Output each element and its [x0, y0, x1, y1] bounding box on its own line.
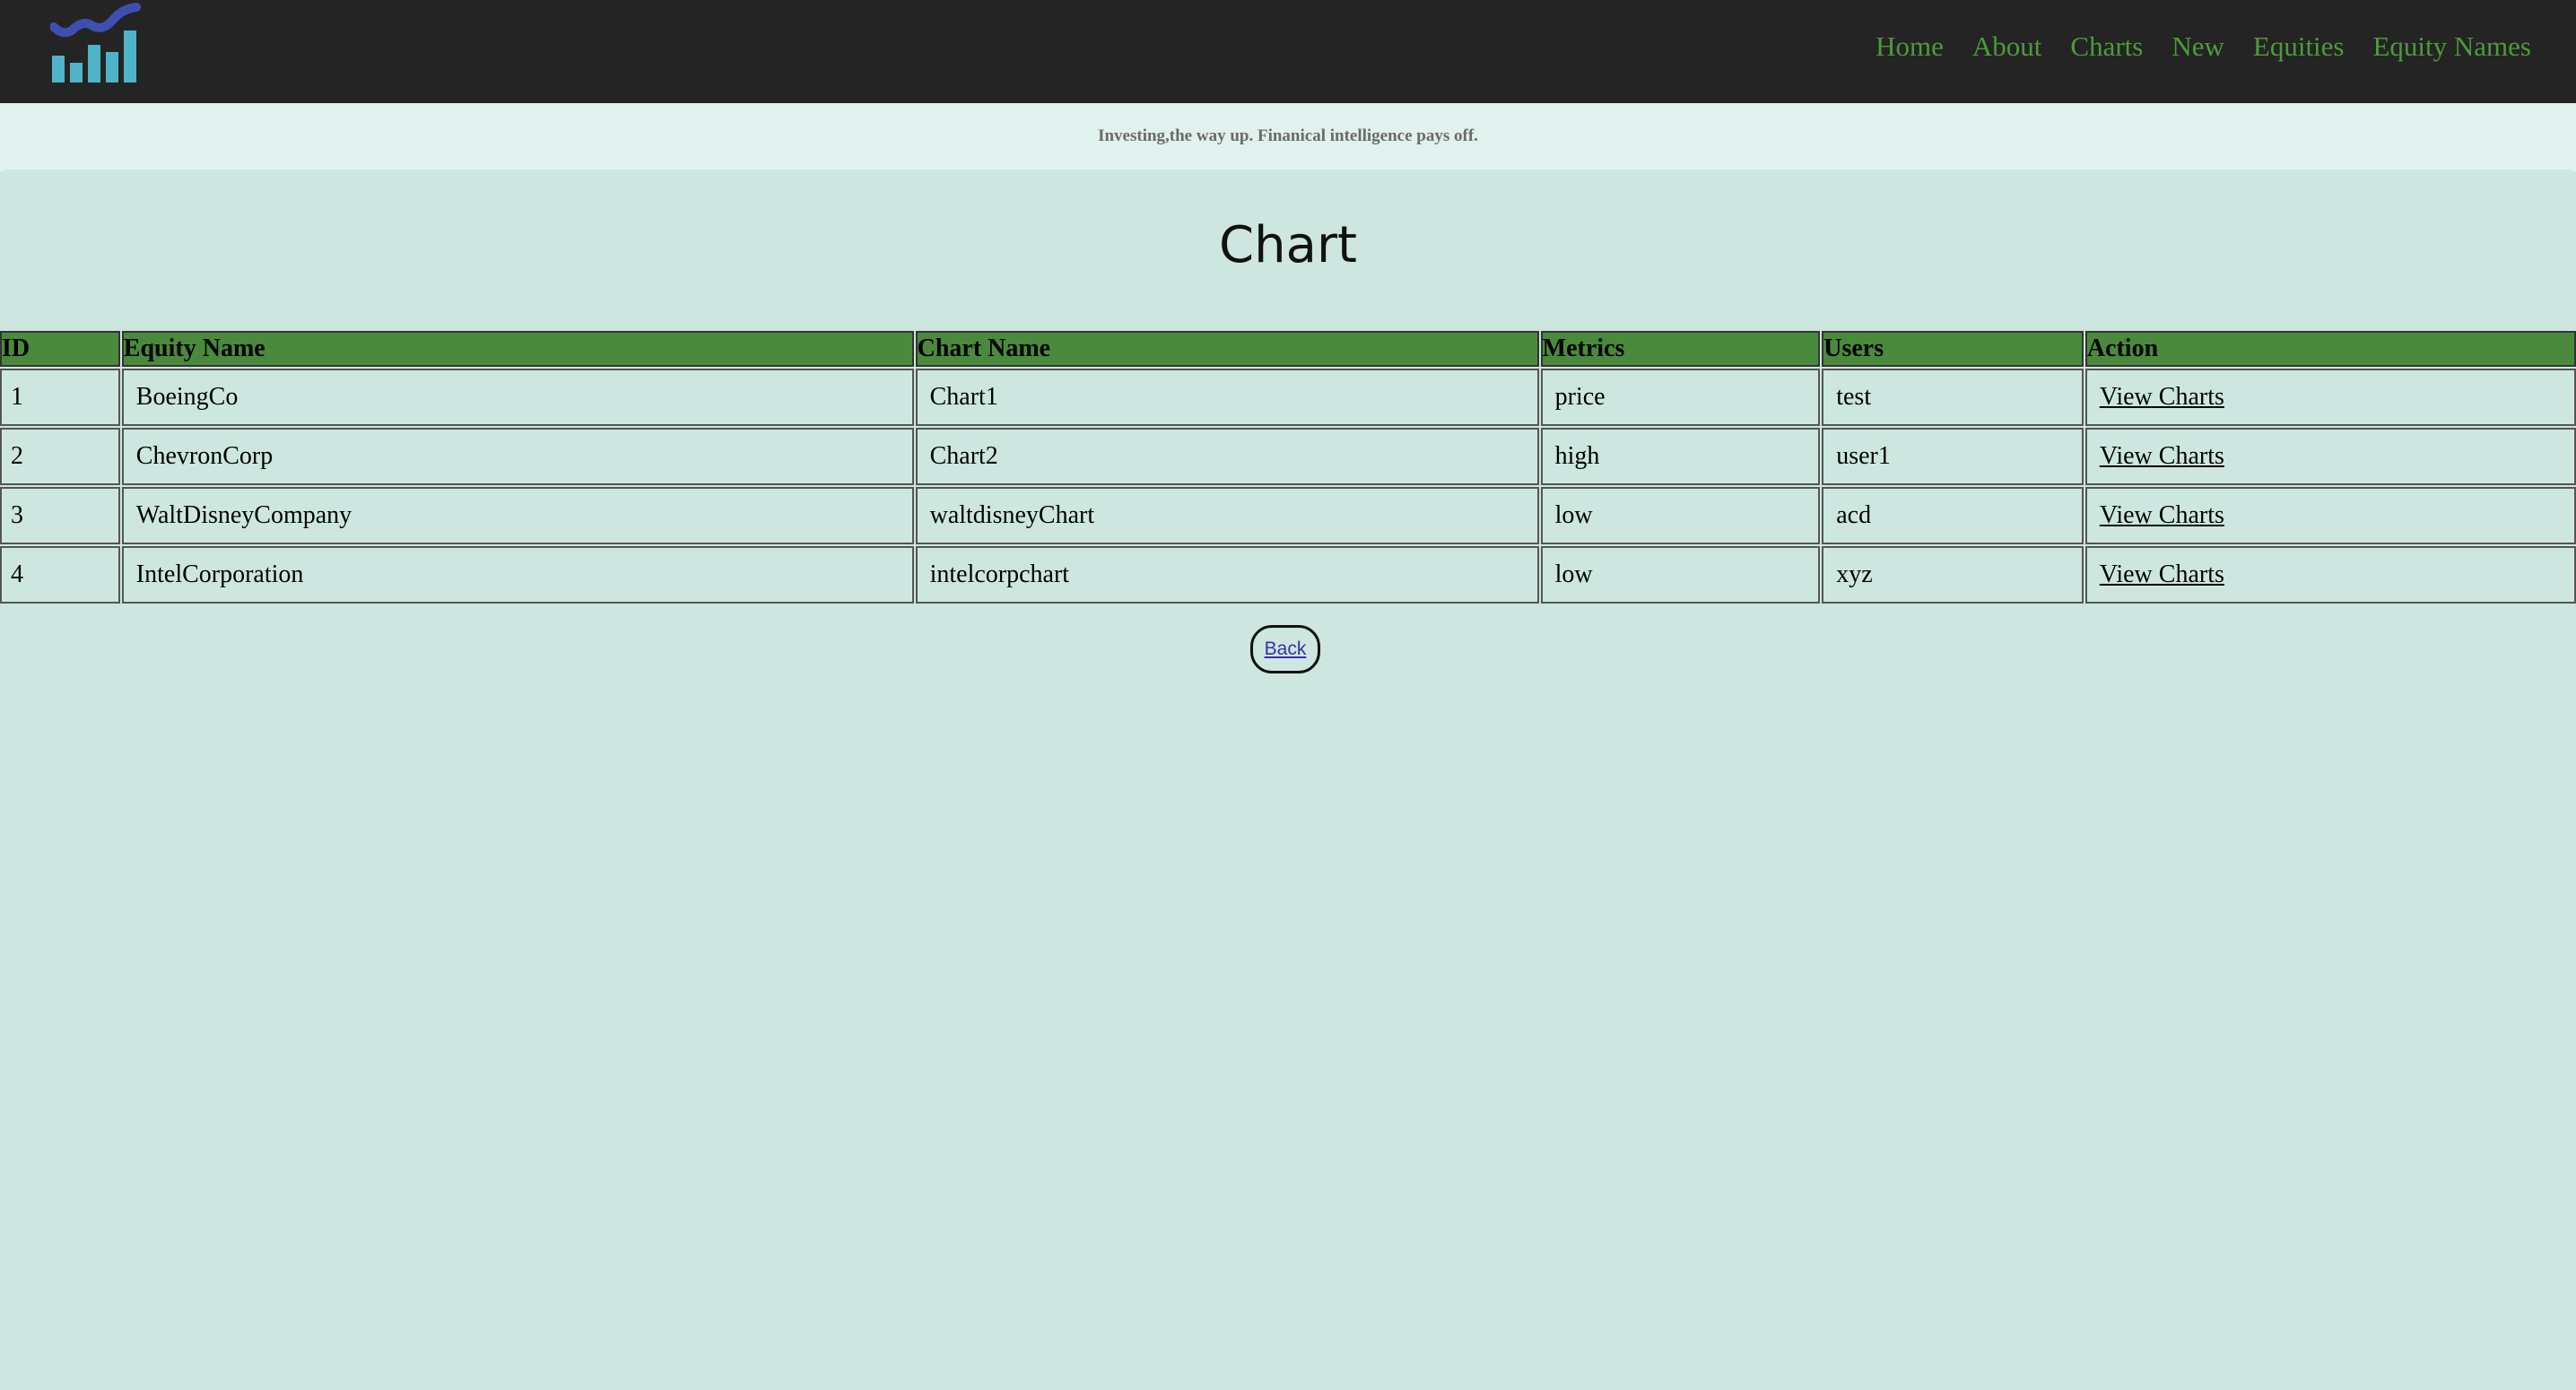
cell-action: View Charts	[2084, 546, 2576, 604]
main-nav: Home About Charts New Equities Equity Na…	[1875, 27, 2531, 66]
view-charts-link[interactable]: View Charts	[2100, 442, 2224, 470]
cell-users: acd	[1822, 487, 2084, 544]
nav-home-link[interactable]: Home	[1875, 30, 1944, 63]
cell-metrics: low	[1540, 546, 1821, 604]
cell-equity-name: ChevronCorp	[121, 428, 914, 485]
cell-equity-name: IntelCorporation	[121, 546, 914, 604]
charts-table: ID Equity Name Chart Name Metrics Users …	[0, 329, 2576, 605]
table-header-row: ID Equity Name Chart Name Metrics Users …	[0, 331, 2576, 367]
view-charts-link[interactable]: View Charts	[2100, 560, 2224, 588]
cell-equity-name: BoeingCo	[121, 369, 914, 426]
nav-equities-link[interactable]: Equities	[2253, 30, 2345, 63]
cell-id: 1	[0, 369, 120, 426]
nav-about-link[interactable]: About	[1972, 30, 2042, 63]
nav-equity-names-link[interactable]: Equity Names	[2373, 30, 2532, 63]
view-charts-link[interactable]: View Charts	[2100, 501, 2224, 529]
table-row: 1 BoeingCo Chart1 price test View Charts	[0, 369, 2576, 426]
tagline-bar: Investing,the way up. Finanical intellig…	[0, 103, 2576, 171]
cell-users: xyz	[1822, 546, 2084, 604]
nav-charts-link[interactable]: Charts	[2070, 30, 2143, 63]
header-id: ID	[0, 331, 120, 367]
back-link[interactable]: Back	[1265, 639, 1307, 659]
cell-users: user1	[1822, 428, 2084, 485]
nav-new-link[interactable]: New	[2171, 30, 2224, 63]
top-navbar: Home About Charts New Equities Equity Na…	[0, 0, 2576, 103]
header-metrics: Metrics	[1540, 331, 1821, 367]
back-button[interactable]: Back	[1250, 625, 1320, 673]
bar-chart-trend-logo-icon[interactable]	[50, 0, 142, 86]
table-row: 2 ChevronCorp Chart2 high user1 View Cha…	[0, 428, 2576, 485]
cell-chart-name: Chart1	[915, 369, 1539, 426]
cell-id: 2	[0, 428, 120, 485]
table-row: 3 WaltDisneyCompany waltdisneyChart low …	[0, 487, 2576, 544]
cell-metrics: high	[1540, 428, 1821, 485]
header-users: Users	[1822, 331, 2084, 367]
header-equity-name: Equity Name	[121, 331, 914, 367]
page-title: Chart	[1219, 216, 1357, 274]
cell-id: 4	[0, 546, 120, 604]
cell-chart-name: intelcorpchart	[915, 546, 1539, 604]
cell-users: test	[1822, 369, 2084, 426]
cell-action: View Charts	[2084, 428, 2576, 485]
cell-action: View Charts	[2084, 369, 2576, 426]
cell-metrics: price	[1540, 369, 1821, 426]
cell-action: View Charts	[2084, 487, 2576, 544]
cell-id: 3	[0, 487, 120, 544]
cell-metrics: low	[1540, 487, 1821, 544]
main-content: Chart ID Equity Name Chart Name Metrics …	[0, 169, 2576, 1390]
cell-chart-name: waltdisneyChart	[915, 487, 1539, 544]
cell-chart-name: Chart2	[915, 428, 1539, 485]
tagline-text: Investing,the way up. Finanical intellig…	[1098, 126, 1478, 145]
header-action: Action	[2084, 331, 2576, 367]
table-row: 4 IntelCorporation intelcorpchart low xy…	[0, 546, 2576, 604]
cell-equity-name: WaltDisneyCompany	[121, 487, 914, 544]
view-charts-link[interactable]: View Charts	[2100, 383, 2224, 411]
header-chart-name: Chart Name	[915, 331, 1539, 367]
